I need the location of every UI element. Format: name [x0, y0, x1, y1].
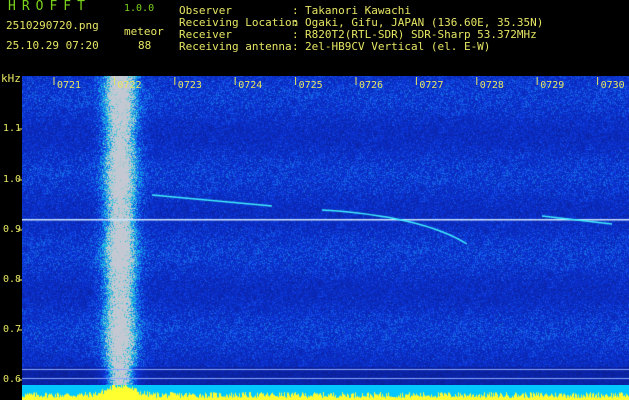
timestamp: 25.10.29 07:20: [6, 39, 99, 52]
info-row-antenna: Receiving antenna : 2el-HB9CV Vertical (…: [179, 41, 490, 53]
app-version: 1.0.0: [124, 3, 155, 14]
spectrogram-canvas: [22, 76, 629, 398]
y-tick-label: 0.6: [3, 374, 22, 385]
info-separator: :: [292, 40, 299, 53]
info-label: Receiving antenna: [179, 40, 292, 53]
y-tick-label: 1.0: [3, 174, 22, 185]
amplitude-bar: [22, 385, 629, 400]
y-tick-label: 1.1: [3, 123, 22, 134]
hrofft-window: HROFFT 1.0.0 2510290720.png meteor 25.10…: [0, 0, 629, 400]
echo-count: 88: [138, 39, 152, 52]
y-tick-label: 0.9: [3, 224, 22, 235]
mode-label: meteor: [124, 25, 164, 38]
file-name: 2510290720.png: [6, 19, 99, 32]
y-tick-label: 0.8: [3, 274, 22, 285]
y-tick-label: 0.7: [3, 324, 22, 335]
y-axis-unit: kHz: [1, 72, 21, 85]
info-value: 2el-HB9CV Vertical (el. E-W): [305, 40, 491, 53]
app-title: HROFFT: [8, 0, 91, 14]
